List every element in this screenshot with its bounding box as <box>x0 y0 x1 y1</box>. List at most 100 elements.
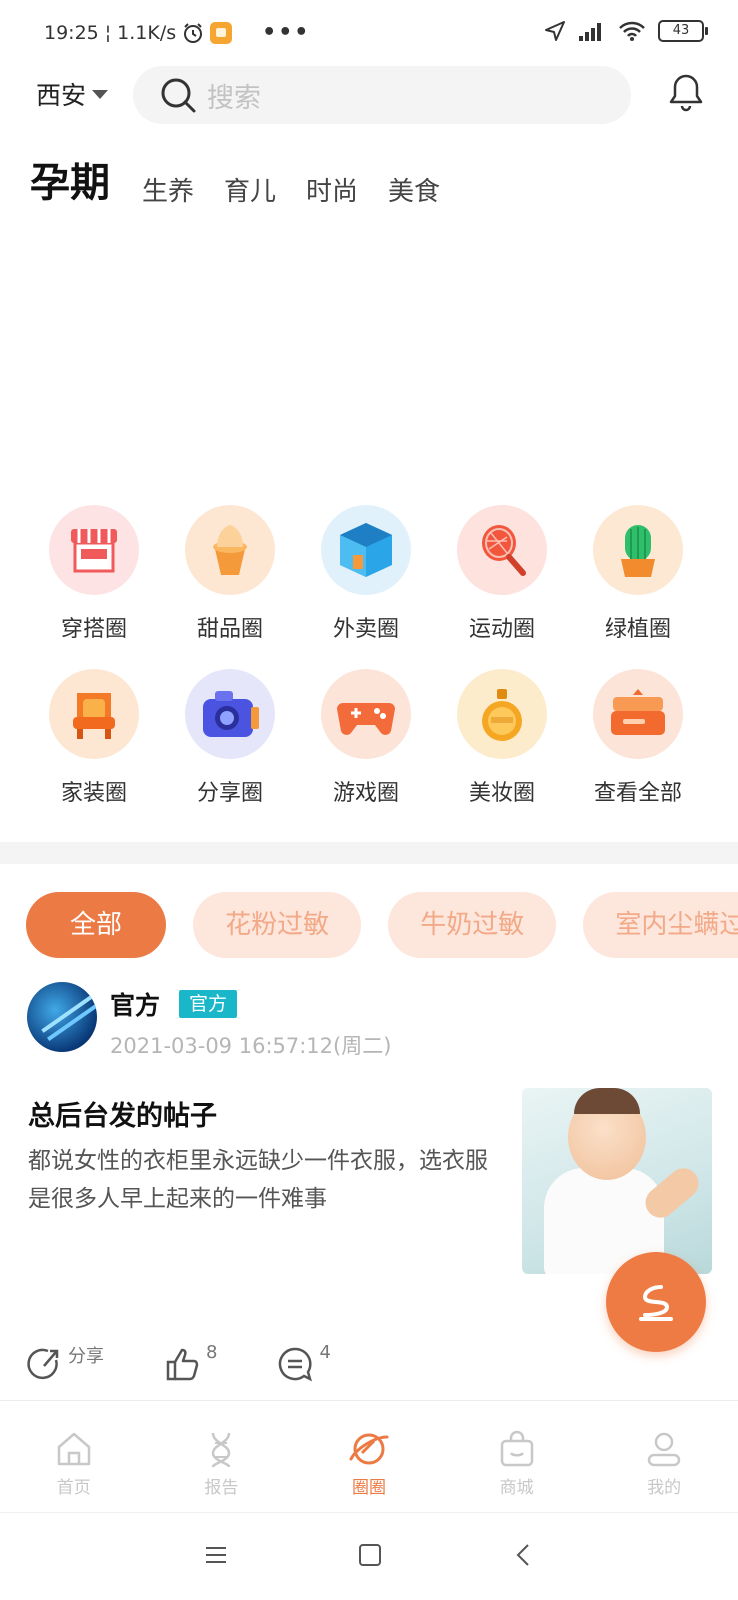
circle-label: 运动圈 <box>468 617 535 642</box>
circle-label: 分享圈 <box>196 781 263 806</box>
circle-view-all[interactable]: 查看全部 <box>570 669 706 807</box>
home-icon <box>57 1432 91 1466</box>
circles-grid: 穿搭圈 甜品圈 外卖圈 运动圈 绿植圈 家装圈 分享圈 游戏圈 美妆圈 查看全部 <box>26 505 716 807</box>
nav-label: 我的 <box>647 1478 682 1498</box>
search-icon <box>161 78 196 113</box>
circle-home-decor[interactable]: 家装圈 <box>26 669 162 807</box>
city-selector[interactable]: 西安 <box>36 76 109 112</box>
thumbs-up-icon <box>166 1348 199 1381</box>
pen-write-icon <box>639 1285 673 1321</box>
compose-post-button[interactable] <box>606 1252 706 1352</box>
network-speed: 1.1K/s <box>117 21 177 44</box>
status-time: 19:25 <box>44 21 99 44</box>
city-label: 西安 <box>36 81 87 110</box>
circle-dessert[interactable]: 甜品圈 <box>162 505 298 643</box>
post-excerpt[interactable]: 都说女性的衣柜里永远缺少一件衣服，选衣服是很多人早上起来的一件难事 <box>28 1142 498 1218</box>
tab-birth[interactable]: 生养 <box>142 171 194 208</box>
tab-parenting[interactable]: 育儿 <box>224 171 276 208</box>
dna-icon <box>212 1432 231 1468</box>
circle-sports[interactable]: 运动圈 <box>434 505 570 643</box>
cactus-icon <box>593 505 683 595</box>
alarm-icon <box>184 22 203 43</box>
notification-bell-button[interactable] <box>668 72 704 116</box>
nav-circles[interactable]: 圈圈 <box>295 1401 443 1512</box>
ice-cream-icon <box>185 505 275 595</box>
profile-icon <box>647 1432 681 1467</box>
search-input[interactable]: 搜索 <box>133 66 631 124</box>
nav-store[interactable]: 商城 <box>443 1401 591 1512</box>
camera-icon <box>185 669 275 759</box>
racket-icon <box>457 505 547 595</box>
post-author[interactable]: 官方 <box>110 986 160 1022</box>
nav-label: 首页 <box>56 1478 91 1498</box>
nav-profile[interactable]: 我的 <box>590 1401 738 1512</box>
back-icon[interactable] <box>512 1543 536 1567</box>
status-separator: ¦ <box>104 21 112 44</box>
share-button[interactable]: 分享 <box>26 1346 104 1382</box>
more-notifications-icon: ••• <box>262 20 311 45</box>
nav-label: 报告 <box>204 1478 239 1498</box>
nav-label: 圈圈 <box>351 1478 386 1498</box>
category-tabs: 孕期 生养 育儿 时尚 美食 <box>28 150 440 208</box>
filter-chips: 全部 花粉过敏 牛奶过敏 室内尘螨过敏 <box>26 892 738 960</box>
comment-icon <box>279 1347 313 1382</box>
circle-takeout[interactable]: 外卖圈 <box>298 505 434 643</box>
nav-report[interactable]: 报告 <box>148 1401 296 1512</box>
chest-icon <box>593 669 683 759</box>
comment-count: 4 <box>319 1342 331 1363</box>
circle-label: 甜品圈 <box>196 617 263 642</box>
status-right: 43 <box>544 20 708 42</box>
circle-label: 家装圈 <box>60 781 127 806</box>
tab-food[interactable]: 美食 <box>388 171 440 208</box>
wifi-icon <box>619 21 645 41</box>
status-bar: 19:25 ¦ 1.1K/s ••• 43 <box>0 0 738 62</box>
circle-share[interactable]: 分享圈 <box>162 669 298 807</box>
circle-plants[interactable]: 绿植圈 <box>570 505 706 643</box>
menu-icon[interactable] <box>204 1543 228 1567</box>
chip-all[interactable]: 全部 <box>26 892 167 958</box>
like-count: 8 <box>206 1342 218 1363</box>
system-nav-bar <box>0 1512 738 1600</box>
circle-games[interactable]: 游戏圈 <box>298 669 434 807</box>
circle-makeup[interactable]: 美妆圈 <box>434 669 570 807</box>
caret-down-icon <box>92 89 109 99</box>
section-divider <box>0 842 738 864</box>
share-icon <box>27 1348 59 1380</box>
planet-icon <box>349 1433 389 1465</box>
shop-icon <box>49 505 139 595</box>
location-icon <box>545 21 565 41</box>
chip-pollen-allergy[interactable]: 花粉过敏 <box>193 892 362 958</box>
circle-label: 美妆圈 <box>468 781 535 806</box>
battery-icon: 43 <box>658 20 708 42</box>
tab-fashion[interactable]: 时尚 <box>306 171 358 208</box>
gamepad-icon <box>321 669 411 759</box>
post-timestamp: 2021-03-09 16:57:12(周二) <box>110 1034 392 1058</box>
home-square-icon[interactable] <box>358 1543 382 1567</box>
like-button[interactable]: 8 <box>164 1342 217 1382</box>
chip-dust-mite-allergy[interactable]: 室内尘螨过敏 <box>583 892 738 958</box>
nav-label: 商城 <box>499 1478 534 1498</box>
circle-label: 绿植圈 <box>604 617 671 642</box>
post-title[interactable]: 总后台发的帖子 <box>28 1094 217 1133</box>
chair-icon <box>49 669 139 759</box>
chip-milk-allergy[interactable]: 牛奶过敏 <box>388 892 557 958</box>
bell-icon <box>669 74 703 112</box>
bottom-nav: 首页 报告 圈圈 商城 我的 <box>0 1400 738 1512</box>
notification-app-icon <box>210 21 233 44</box>
battery-level: 43 <box>672 23 690 38</box>
box-icon <box>321 505 411 595</box>
search-placeholder: 搜索 <box>207 82 261 114</box>
circle-outfit[interactable]: 穿搭圈 <box>26 505 162 643</box>
baby-hair-shape <box>574 1088 640 1114</box>
signal-icon <box>579 23 601 41</box>
post-thumbnail[interactable] <box>522 1088 712 1274</box>
circle-label: 查看全部 <box>593 781 682 806</box>
tab-pregnancy[interactable]: 孕期 <box>28 150 112 208</box>
share-label: 分享 <box>68 1346 104 1367</box>
circle-label: 穿搭圈 <box>60 617 127 642</box>
post-actions: 分享 8 4 <box>26 1342 391 1382</box>
avatar[interactable] <box>27 982 97 1052</box>
circle-label: 游戏圈 <box>332 781 399 806</box>
nav-home[interactable]: 首页 <box>0 1401 148 1512</box>
comment-button[interactable]: 4 <box>277 1342 331 1382</box>
